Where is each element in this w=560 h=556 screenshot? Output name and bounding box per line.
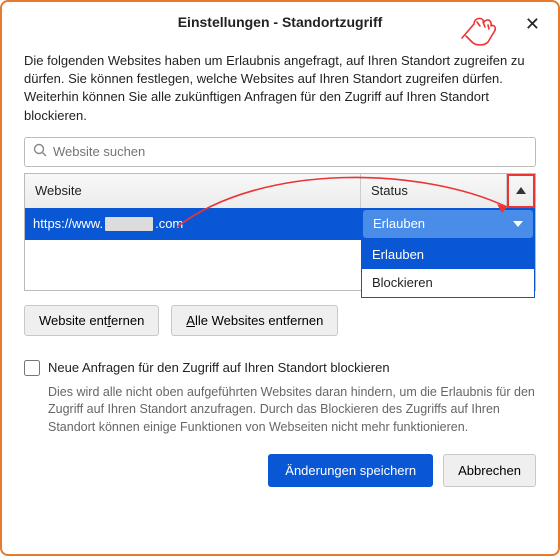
content-area: Die folgenden Websites haben um Erlaubni…: [2, 42, 558, 436]
dropdown-option-block[interactable]: Blockieren: [362, 269, 534, 297]
dialog-title: Einstellungen - Standortzugriff: [178, 14, 383, 30]
block-new-requests-label: Neue Anfragen für den Zugriff auf Ihren …: [48, 360, 390, 375]
dropdown-option-allow[interactable]: Erlauben: [362, 241, 534, 269]
status-dropdown: Erlauben Blockieren: [361, 240, 535, 298]
table-body: https://www..com Erlauben Erlauben Block…: [25, 208, 535, 290]
table-header: Website Status: [25, 174, 535, 208]
website-table: Website Status https://www. .com Erlauben: [24, 173, 536, 291]
status-select[interactable]: Erlauben: [363, 210, 533, 238]
description-text: Die folgenden Websites haben um Erlaubni…: [24, 52, 536, 125]
block-new-requests-help: Dies wird alle nicht oben aufgeführten W…: [48, 384, 536, 437]
url-suffix: .com: [155, 216, 183, 231]
sort-toggle[interactable]: [507, 174, 535, 208]
chevron-down-icon: [513, 221, 523, 227]
button-row: Website entfernen Alle Websites entferne…: [24, 305, 536, 336]
remove-all-websites-button[interactable]: Alle Websites entfernen: [171, 305, 338, 336]
status-selected-label: Erlauben: [373, 216, 425, 231]
cell-website: https://www. .com: [25, 208, 361, 240]
titlebar: Einstellungen - Standortzugriff ✕: [2, 2, 558, 42]
settings-dialog: Einstellungen - Standortzugriff ✕ Die fo…: [0, 0, 560, 556]
block-new-requests-row: Neue Anfragen für den Zugriff auf Ihren …: [24, 360, 536, 376]
cell-status: Erlauben: [361, 208, 535, 240]
block-new-requests-checkbox[interactable]: [24, 360, 40, 376]
redacted-domain: [105, 217, 153, 231]
close-icon[interactable]: ✕: [519, 12, 546, 37]
remove-website-button[interactable]: Website entfernen: [24, 305, 159, 336]
table-row[interactable]: https://www. .com Erlauben: [25, 208, 535, 240]
search-input[interactable]: [53, 144, 527, 159]
dialog-footer: Änderungen speichern Abbrechen: [2, 436, 558, 487]
sort-ascending-icon: [516, 187, 526, 194]
save-button[interactable]: Änderungen speichern: [268, 454, 433, 487]
column-header-website[interactable]: Website: [25, 174, 361, 208]
url-prefix: https://www.: [33, 216, 103, 231]
column-header-status[interactable]: Status: [361, 174, 507, 208]
search-box[interactable]: [24, 137, 536, 167]
search-icon: [33, 143, 47, 160]
cancel-button[interactable]: Abbrechen: [443, 454, 536, 487]
